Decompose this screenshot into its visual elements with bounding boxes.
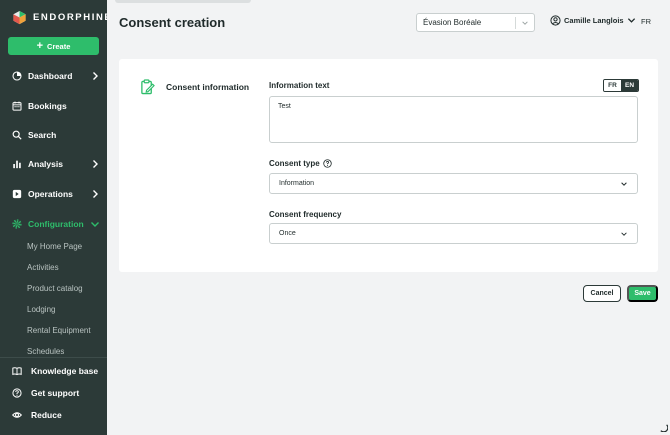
plus-icon: + <box>36 39 44 52</box>
content-language-toggle: FR EN <box>603 79 639 92</box>
sidebar-item-label: Knowledge base <box>31 366 99 376</box>
consent-type-label-text: Consent type <box>269 159 320 168</box>
consent-frequency-select[interactable]: Once <box>269 223 638 244</box>
sidebar-item-search[interactable]: Search <box>12 127 100 143</box>
sidebar-item-operations[interactable]: Operations <box>12 186 100 202</box>
create-button-label: Create <box>47 41 71 51</box>
sidebar-item-label: Configuration <box>28 219 84 229</box>
language-switcher[interactable]: FR <box>641 17 651 26</box>
chevron-right-icon <box>93 72 98 80</box>
sidebar-divider <box>0 357 107 358</box>
sidebar-item-label: Reduce <box>31 410 62 420</box>
help-circle-icon[interactable] <box>322 159 332 168</box>
lang-option-en[interactable]: EN <box>621 80 638 91</box>
sidebar-subitem-my-home-page[interactable]: My Home Page <box>27 242 82 251</box>
lang-option-fr[interactable]: FR <box>604 80 621 91</box>
user-name: Camille Langlois <box>564 16 624 25</box>
sidebar-item-label: Operations <box>28 189 73 199</box>
sidebar-item-analysis[interactable]: Analysis <box>12 156 100 172</box>
consent-frequency-label: Consent frequency <box>269 210 341 219</box>
bar-chart-icon <box>13 160 21 169</box>
sidebar-item-label: Dashboard <box>28 71 73 81</box>
chevron-down-icon <box>522 21 528 25</box>
sidebar-subitem-activities[interactable]: Activities <box>27 263 59 272</box>
sidebar-subitem-schedules[interactable]: Schedules <box>27 347 64 355</box>
sidebar-subitem-lodging[interactable]: Lodging <box>27 305 55 314</box>
sidebar-item-knowledge-base[interactable]: Knowledge base <box>12 363 100 379</box>
operations-icon <box>12 189 22 199</box>
clipboard-edit-icon <box>141 79 155 95</box>
top-tab-strip <box>115 0 251 3</box>
user-menu[interactable]: Camille Langlois <box>550 15 636 26</box>
sidebar-item-get-support[interactable]: Get support <box>12 385 100 401</box>
sidebar-item-bookings[interactable]: Bookings <box>12 98 100 114</box>
sidebar-item-reduce[interactable]: Reduce <box>12 407 100 423</box>
consent-form-card: Consent information Information text FR … <box>119 59 658 272</box>
brand-name: ENDORPHINE <box>33 12 107 23</box>
chevron-down-icon <box>627 18 635 23</box>
sidebar-item-label: Bookings <box>28 101 67 111</box>
book-icon <box>12 367 22 376</box>
page-title: Consent creation <box>119 15 226 30</box>
save-button[interactable]: Save <box>627 285 658 302</box>
consent-frequency-value: Once <box>279 230 296 237</box>
chevron-down-icon <box>621 182 627 186</box>
sidebar-item-label: Analysis <box>28 159 63 169</box>
chevron-right-icon <box>93 160 98 168</box>
cancel-button[interactable]: Cancel <box>583 285 621 302</box>
search-icon <box>12 130 22 140</box>
endorphine-logo-icon <box>13 10 26 25</box>
sidebar: ENDORPHINE + Create Dashboard Bookings S… <box>0 0 107 435</box>
information-text-label-text: Information text <box>269 81 330 90</box>
loading-spinner-icon <box>660 424 668 432</box>
calendar-icon <box>12 101 22 111</box>
help-circle-icon <box>12 388 22 398</box>
create-button[interactable]: + Create <box>8 37 99 55</box>
gear-icon <box>12 219 22 229</box>
select-separator <box>515 17 516 29</box>
section-title: Consent information <box>166 82 250 92</box>
sidebar-item-configuration[interactable]: Configuration <box>12 216 100 232</box>
company-select[interactable]: Évasion Boréale <box>416 13 535 32</box>
eye-icon <box>12 412 22 418</box>
sidebar-subitem-rental-equipment[interactable]: Rental Equipment <box>27 326 91 335</box>
information-text-input[interactable]: Test <box>269 96 638 143</box>
information-text-label: Information text <box>269 81 329 90</box>
consent-frequency-label-text: Consent frequency <box>269 210 342 219</box>
sidebar-item-label: Get support <box>31 388 80 398</box>
sidebar-item-dashboard[interactable]: Dashboard <box>12 68 100 84</box>
user-circle-icon <box>550 15 561 26</box>
consent-type-value: Information <box>279 180 315 187</box>
consent-type-select[interactable]: Information <box>269 173 638 194</box>
brand[interactable]: ENDORPHINE <box>12 10 107 25</box>
dashboard-icon <box>12 71 22 81</box>
sidebar-item-label: Search <box>28 130 57 140</box>
company-select-value: Évasion Boréale <box>423 18 482 27</box>
chevron-down-icon <box>91 222 99 227</box>
chevron-right-icon <box>93 190 98 198</box>
chevron-down-icon <box>621 232 627 236</box>
consent-type-label: Consent type <box>269 159 332 168</box>
sidebar-subitem-product-catalog[interactable]: Product catalog <box>27 284 83 293</box>
